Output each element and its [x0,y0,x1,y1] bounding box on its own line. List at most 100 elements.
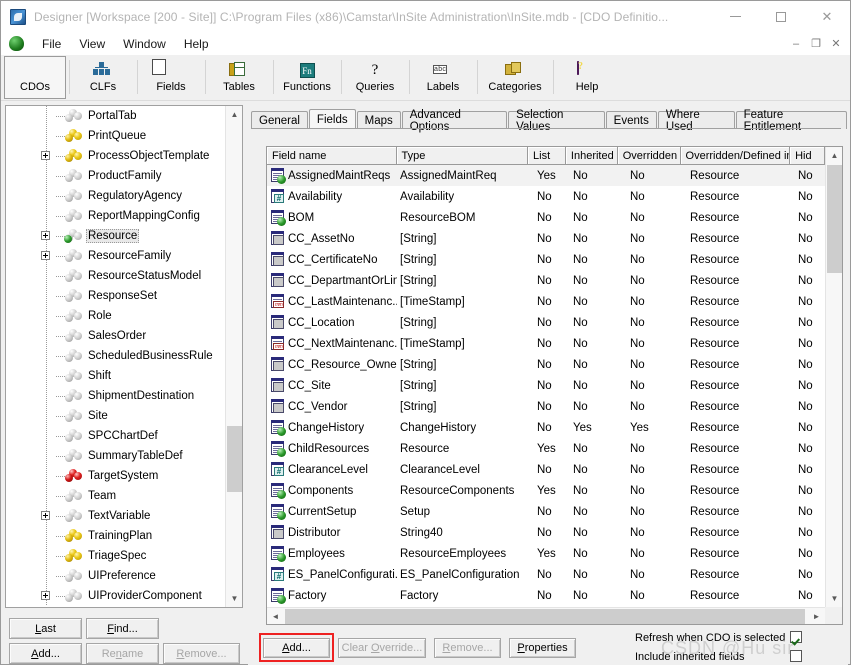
menu-item-help[interactable]: Help [175,35,218,53]
grid-scroll-up-icon[interactable]: ▲ [826,147,842,164]
table-row[interactable]: mm CC_NextMaintenanc... [TimeStamp] No No No R… [267,333,825,354]
grid-scroll-down-icon[interactable]: ▼ [826,590,842,607]
tree-item-team[interactable]: Team [6,486,116,506]
mdi-close-button[interactable]: ✕ [826,35,846,52]
tree-expand-icon[interactable] [41,591,50,600]
close-button[interactable]: ✕ [804,1,850,32]
tree-item-targetsystem[interactable]: TargetSystem [6,466,158,486]
table-row[interactable]: ChangeHistory ChangeHistory No Yes Yes Resour… [267,417,825,438]
tree-item-spcchartdef[interactable]: SPCChartDef [6,426,158,446]
tree-item-portaltab[interactable]: PortalTab [6,106,137,126]
tree-item-resourcefamily[interactable]: ResourceFamily [6,246,171,266]
tree-expand-icon[interactable] [41,511,50,520]
table-row[interactable]: # ClearanceLevel ClearanceLevel No No No Resou… [267,459,825,480]
toolbar-button-cdos[interactable]: CDOs [4,56,66,99]
tree-vertical-scrollbar[interactable]: ▲ ▼ [225,106,242,607]
tree-item-trainingplan[interactable]: TrainingPlan [6,526,152,546]
column-header-field-name[interactable]: Field name [267,147,397,164]
column-header-list[interactable]: List [528,147,566,164]
toolbar-button-labels[interactable]: abc Labels [412,56,474,99]
column-header-hid[interactable]: Hid [790,147,825,164]
table-row[interactable]: CC_Vendor [String] No No No Resource No [267,396,825,417]
add-cdo-button[interactable]: Add... [9,643,82,664]
tree-item-responseset[interactable]: ResponseSet [6,286,157,306]
tree-item-regulatoryagency[interactable]: RegulatoryAgency [6,186,182,206]
table-row[interactable]: CC_AssetNo [String] No No No Resource No [267,228,825,249]
table-row[interactable]: CC_Resource_Owner [String] No No No Resource N… [267,354,825,375]
tree-item-site[interactable]: Site [6,406,108,426]
toolbar-button-functions[interactable]: Fn Functions [276,56,338,99]
remove-cdo-button[interactable]: Remove... [163,643,240,664]
table-row[interactable]: CC_Location [String] No No No Resource No [267,312,825,333]
tree-item-reportmappingconfig[interactable]: ReportMappingConfig [6,206,200,226]
tree-item-resource[interactable]: Resource [6,226,140,246]
tab-general[interactable]: General [251,111,308,129]
tree-item-productfamily[interactable]: ProductFamily [6,166,162,186]
grid-horizontal-scrollbar[interactable]: ◄ ► [267,607,825,624]
tree-item-resourcestatusmodel[interactable]: ResourceStatusModel [6,266,201,286]
cdo-tree[interactable]: PortalTab PrintQueue ProcessObjectTemplate… [6,106,225,607]
grid-hscroll-thumb[interactable] [285,609,805,624]
toolbar-button-categories[interactable]: Categories [480,56,550,99]
tab-feature-entitlement[interactable]: Feature Entitlement [735,109,847,133]
table-row[interactable]: Distributor String40 No No No Resource No [267,522,825,543]
tree-expand-icon[interactable] [41,251,50,260]
table-row[interactable]: CC_Site [String] No No No Resource No [267,375,825,396]
fields-grid[interactable]: Field name Type List Inherited Overridden Ove… [266,146,843,625]
tree-item-shipmentdestination[interactable]: ShipmentDestination [6,386,194,406]
tree-item-textvariable[interactable]: TextVariable [6,506,150,526]
table-row[interactable]: Employees ResourceEmployees Yes No No Resourc… [267,543,825,564]
table-row[interactable]: Components ResourceComponents Yes No No Resou… [267,480,825,501]
rename-button[interactable]: Rename [86,643,159,664]
mdi-minimize-button[interactable]: – [786,35,806,52]
clear-override-button[interactable]: Clear Override... [338,638,426,658]
last-button[interactable]: Last [9,618,82,639]
maximize-button[interactable] [758,1,804,32]
tree-scroll-up-icon[interactable]: ▲ [226,106,242,123]
tree-item-scheduledbusinessrule[interactable]: ScheduledBusinessRule [6,346,213,366]
table-row[interactable]: CurrentSetup Setup No No No Resource No [267,501,825,522]
detail-tabs[interactable]: General Fields Maps Advanced Options Selecti… [251,109,848,133]
tab-events[interactable]: Events [605,111,657,129]
tree-item-printqueue[interactable]: PrintQueue [6,126,146,146]
table-row[interactable]: AssignedMaintReqs AssignedMaintReq Yes No No… [267,165,825,186]
minimize-button[interactable] [712,1,758,32]
tab-maps[interactable]: Maps [356,111,401,129]
table-row[interactable]: ChildResources Resource Yes No No Resource No [267,438,825,459]
remove-field-button[interactable]: Remove... [434,638,501,658]
mdi-restore-button[interactable]: ❐ [806,35,826,52]
table-row[interactable]: CC_DepartmantOrLine [String] No No No Resourc… [267,270,825,291]
column-header-inherited[interactable]: Inherited [565,147,618,164]
toolbar-button-fields[interactable]: Fields [140,56,202,99]
tree-scroll-down-icon[interactable]: ▼ [226,590,242,607]
toolbar-button-help[interactable]: Help [556,56,618,99]
column-header-overridden-defined-in[interactable]: Overridden/Defined in [680,147,791,164]
find-button[interactable]: Find... [86,618,159,639]
tree-item-salesorder[interactable]: SalesOrder [6,326,146,346]
tab-selection-values[interactable]: Selection Values [508,109,605,133]
grid-scroll-left-icon[interactable]: ◄ [267,608,284,624]
properties-button[interactable]: Properties [509,638,576,658]
table-row[interactable]: BOM ResourceBOM No No No Resource No [267,207,825,228]
grid-vscroll-thumb[interactable] [827,165,842,273]
tree-expand-icon[interactable] [41,231,50,240]
tree-item-role[interactable]: Role [6,306,112,326]
tree-item-shift[interactable]: Shift [6,366,111,386]
grid-scroll-right-icon[interactable]: ► [808,608,825,624]
tree-item-processobjecttemplate[interactable]: ProcessObjectTemplate [6,146,209,166]
add-field-button[interactable]: Add... [263,638,330,658]
column-header-type[interactable]: Type [396,147,529,164]
table-row[interactable]: # ES_PanelConfigurati... ES_PanelConfigura… [267,564,825,585]
tree-scroll-thumb[interactable] [227,426,242,492]
tab-where-used[interactable]: Where Used [657,109,735,133]
tab-advanced-options[interactable]: Advanced Options [401,109,508,133]
toolbar-button-tables[interactable]: Tables [208,56,270,99]
tree-item-summarytabledef[interactable]: SummaryTableDef [6,446,183,466]
menu-item-window[interactable]: Window [114,35,175,53]
table-row[interactable]: Factory Factory No No No Resource No [267,585,825,606]
table-row[interactable]: # Availability Availability No No No Resource N… [267,186,825,207]
tree-item-triagespec[interactable]: TriageSpec [6,546,146,566]
table-row[interactable]: CC_CertificateNo [String] No No No Resource No [267,249,825,270]
grid-vertical-scrollbar[interactable]: ▲ ▼ [825,147,842,624]
table-row[interactable]: mm CC_LastMaintenanc... [TimeStamp] No No No R… [267,291,825,312]
